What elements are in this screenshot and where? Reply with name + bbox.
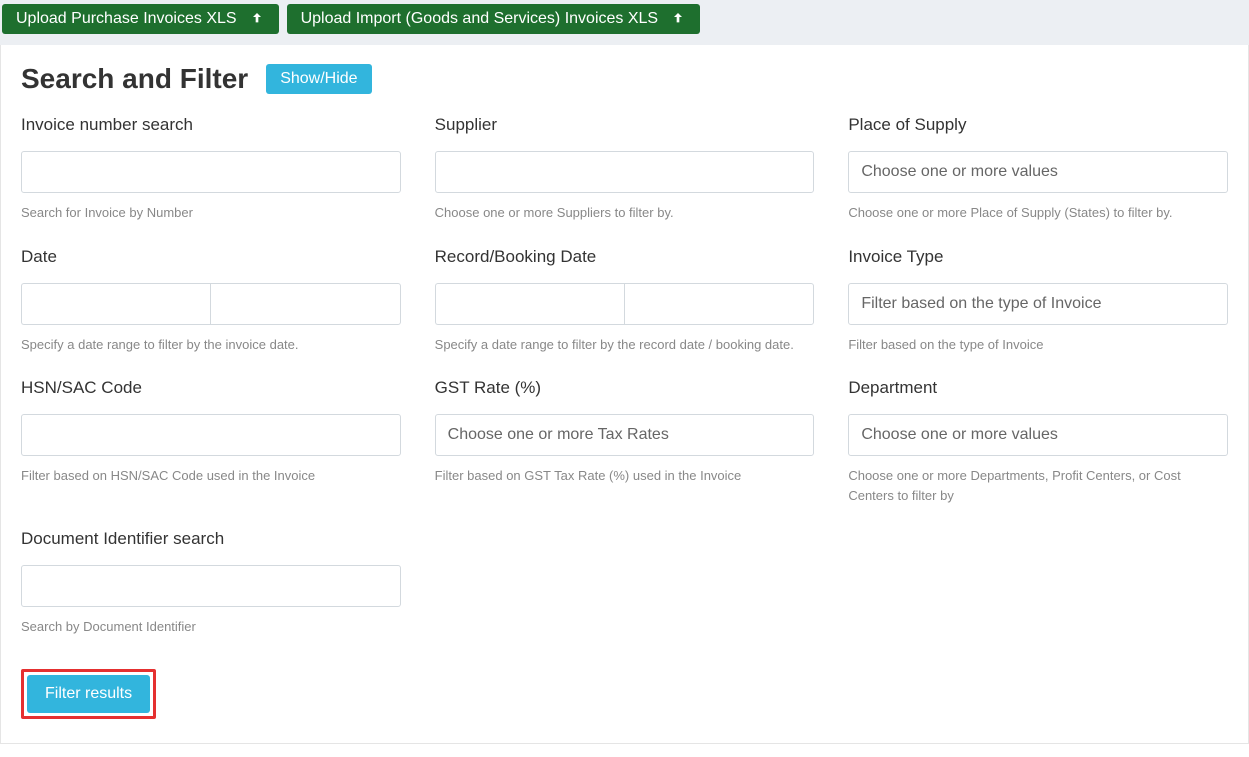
invoice-number-help: Search for Invoice by Number [21, 203, 401, 223]
doc-id-help: Search by Document Identifier [21, 617, 401, 637]
upload-icon [247, 9, 267, 29]
filter-grid: Invoice number search Search for Invoice… [21, 115, 1228, 719]
hsn-help: Filter based on HSN/SAC Code used in the… [21, 466, 401, 486]
invoice-number-field: Invoice number search Search for Invoice… [21, 115, 401, 223]
department-label: Department [848, 378, 1228, 398]
top-bar: Upload Purchase Invoices XLS Upload Impo… [0, 0, 1249, 45]
filter-button-highlight: Filter results [21, 669, 156, 719]
place-of-supply-select[interactable]: Choose one or more values [848, 151, 1228, 193]
date-range [21, 283, 401, 325]
gst-rate-help: Filter based on GST Tax Rate (%) used in… [435, 466, 815, 486]
upload-icon [668, 9, 688, 29]
invoice-type-help: Filter based on the type of Invoice [848, 335, 1228, 355]
date-to-input[interactable] [210, 283, 400, 325]
department-help: Choose one or more Departments, Profit C… [848, 466, 1228, 505]
empty-cell [435, 529, 815, 637]
panel-header: Search and Filter Show/Hide [21, 63, 1228, 95]
doc-id-field: Document Identifier search Search by Doc… [21, 529, 401, 637]
supplier-select[interactable] [435, 151, 815, 193]
invoice-type-label: Invoice Type [848, 247, 1228, 267]
record-date-from-input[interactable] [435, 283, 624, 325]
place-of-supply-label: Place of Supply [848, 115, 1228, 135]
hsn-label: HSN/SAC Code [21, 378, 401, 398]
doc-id-label: Document Identifier search [21, 529, 401, 549]
invoice-number-label: Invoice number search [21, 115, 401, 135]
upload-purchase-label: Upload Purchase Invoices XLS [16, 10, 237, 28]
invoice-number-input[interactable] [21, 151, 401, 193]
date-label: Date [21, 247, 401, 267]
record-date-range [435, 283, 815, 325]
date-field: Date Specify a date range to filter by t… [21, 247, 401, 355]
record-date-label: Record/Booking Date [435, 247, 815, 267]
supplier-help: Choose one or more Suppliers to filter b… [435, 203, 815, 223]
upload-import-label: Upload Import (Goods and Services) Invoi… [301, 10, 659, 28]
date-from-input[interactable] [21, 283, 210, 325]
department-field: Department Choose one or more values Cho… [848, 378, 1228, 505]
panel-title: Search and Filter [21, 63, 248, 95]
filter-button-row: Filter results [21, 669, 401, 719]
upload-purchase-invoices-button[interactable]: Upload Purchase Invoices XLS [2, 4, 279, 34]
record-date-to-input[interactable] [624, 283, 814, 325]
show-hide-button[interactable]: Show/Hide [266, 64, 371, 94]
gst-rate-label: GST Rate (%) [435, 378, 815, 398]
invoice-type-select[interactable]: Filter based on the type of Invoice [848, 283, 1228, 325]
department-select[interactable]: Choose one or more values [848, 414, 1228, 456]
hsn-input[interactable] [21, 414, 401, 456]
upload-import-invoices-button[interactable]: Upload Import (Goods and Services) Invoi… [287, 4, 701, 34]
invoice-type-field: Invoice Type Filter based on the type of… [848, 247, 1228, 355]
supplier-field: Supplier Choose one or more Suppliers to… [435, 115, 815, 223]
filter-results-button[interactable]: Filter results [27, 675, 150, 713]
gst-rate-select[interactable]: Choose one or more Tax Rates [435, 414, 815, 456]
supplier-label: Supplier [435, 115, 815, 135]
place-of-supply-field: Place of Supply Choose one or more value… [848, 115, 1228, 223]
empty-cell [848, 529, 1228, 637]
record-date-field: Record/Booking Date Specify a date range… [435, 247, 815, 355]
doc-id-input[interactable] [21, 565, 401, 607]
gst-rate-field: GST Rate (%) Choose one or more Tax Rate… [435, 378, 815, 505]
date-help: Specify a date range to filter by the in… [21, 335, 401, 355]
place-of-supply-help: Choose one or more Place of Supply (Stat… [848, 203, 1228, 223]
search-filter-panel: Search and Filter Show/Hide Invoice numb… [0, 45, 1249, 744]
record-date-help: Specify a date range to filter by the re… [435, 335, 815, 355]
hsn-field: HSN/SAC Code Filter based on HSN/SAC Cod… [21, 378, 401, 505]
